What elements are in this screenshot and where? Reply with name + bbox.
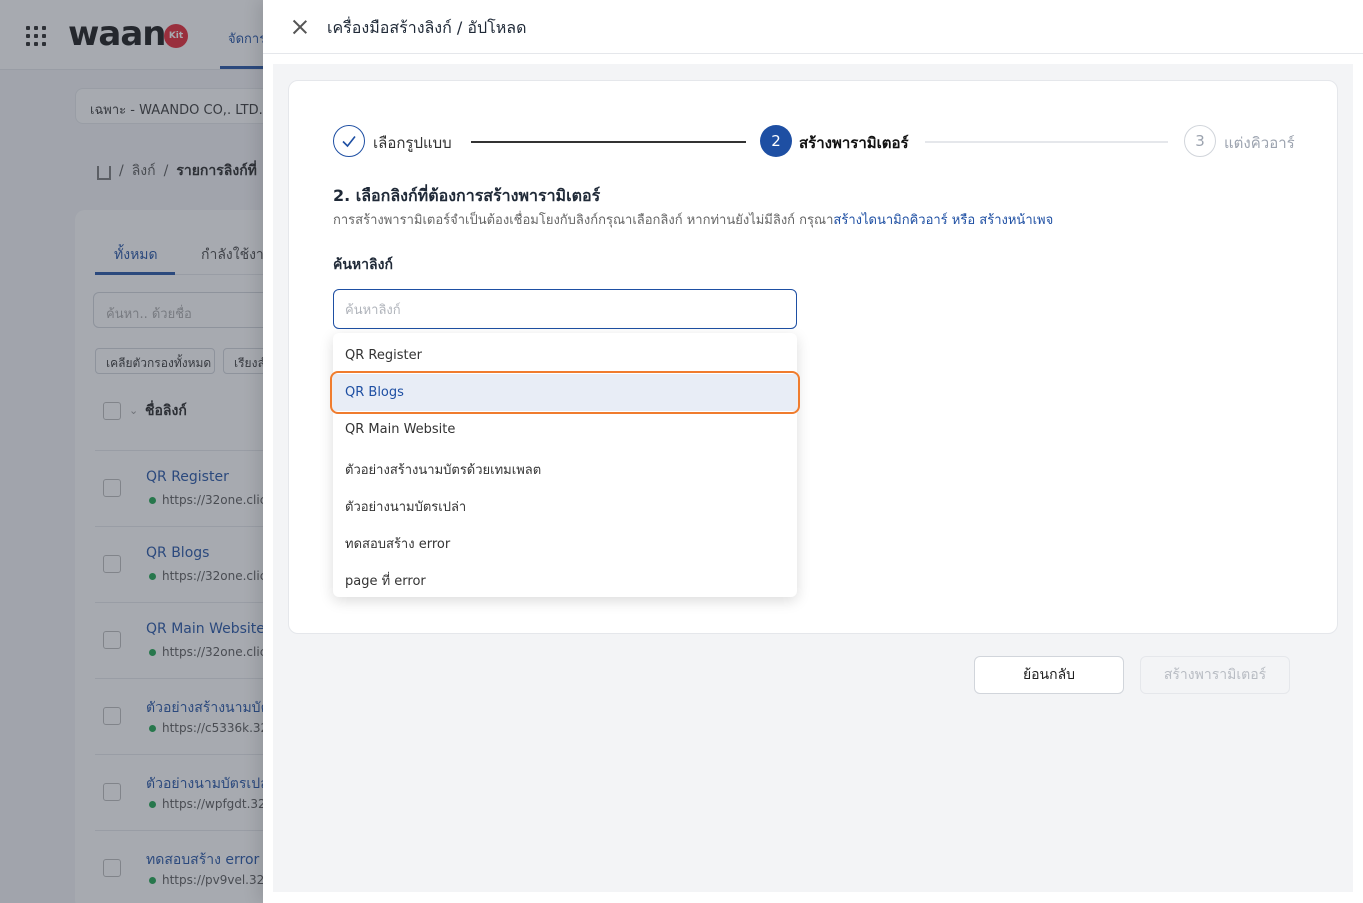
section-title: 2. เลือกลิงก์ที่ต้องการสร้างพารามิเตอร์ <box>333 186 601 205</box>
drawer-header: เครื่องมือสร้างลิงก์ / อัปโหลด <box>263 0 1363 54</box>
drawer-title: เครื่องมือสร้างลิงก์ / อัปโหลด <box>327 18 527 37</box>
link-builder-drawer: เครื่องมือสร้างลิงก์ / อัปโหลด เลือกรูปแ… <box>263 0 1363 903</box>
dropdown-option[interactable]: ตัวอย่างสร้างนามบัตรด้วยเทมเพลต <box>333 448 797 485</box>
dropdown-option[interactable]: QR Register <box>333 337 797 374</box>
step-1-check-icon <box>333 125 365 157</box>
drawer-body: เลือกรูปแบบ 2 สร้างพารามิเตอร์ 3 แต่งคิว… <box>273 64 1353 892</box>
dropdown-option[interactable]: QR Main Website <box>333 411 797 448</box>
search-link-input[interactable] <box>333 289 797 329</box>
back-button[interactable]: ย้อนกลับ <box>974 656 1124 694</box>
create-dynamic-qr-link[interactable]: สร้างไดนามิกคิวอาร์ <box>833 213 947 228</box>
dropdown-option[interactable]: ตัวอย่างนามบัตรเปล่า <box>333 485 797 522</box>
dropdown-option[interactable]: ทดสอบสร้าง error <box>333 522 797 559</box>
create-page-link[interactable]: สร้างหน้าเพจ <box>979 213 1053 228</box>
search-link-label: ค้นหาลิงก์ <box>333 257 393 273</box>
close-icon[interactable] <box>292 19 308 35</box>
step-connector <box>925 141 1168 143</box>
link-dropdown: QR Register QR Blogs QR Main Website ตัว… <box>330 333 800 597</box>
step-3-number: 3 <box>1184 125 1216 157</box>
step-2-label: สร้างพารามิเตอร์ <box>799 134 909 152</box>
step-card: เลือกรูปแบบ 2 สร้างพารามิเตอร์ 3 แต่งคิว… <box>288 80 1338 634</box>
dropdown-option[interactable]: page ที่ error <box>333 559 797 596</box>
step-1-label: เลือกรูปแบบ <box>373 134 452 152</box>
step-2-number: 2 <box>760 125 792 157</box>
create-parameter-button[interactable]: สร้างพารามิเตอร์ <box>1140 656 1290 694</box>
dropdown-option-selected[interactable]: QR Blogs <box>333 374 797 411</box>
step-3-label: แต่งคิวอาร์ <box>1224 134 1295 152</box>
section-description: การสร้างพารามิเตอร์จำเป็นต้องเชื่อมโยงกั… <box>333 213 1054 228</box>
step-connector <box>471 141 746 143</box>
